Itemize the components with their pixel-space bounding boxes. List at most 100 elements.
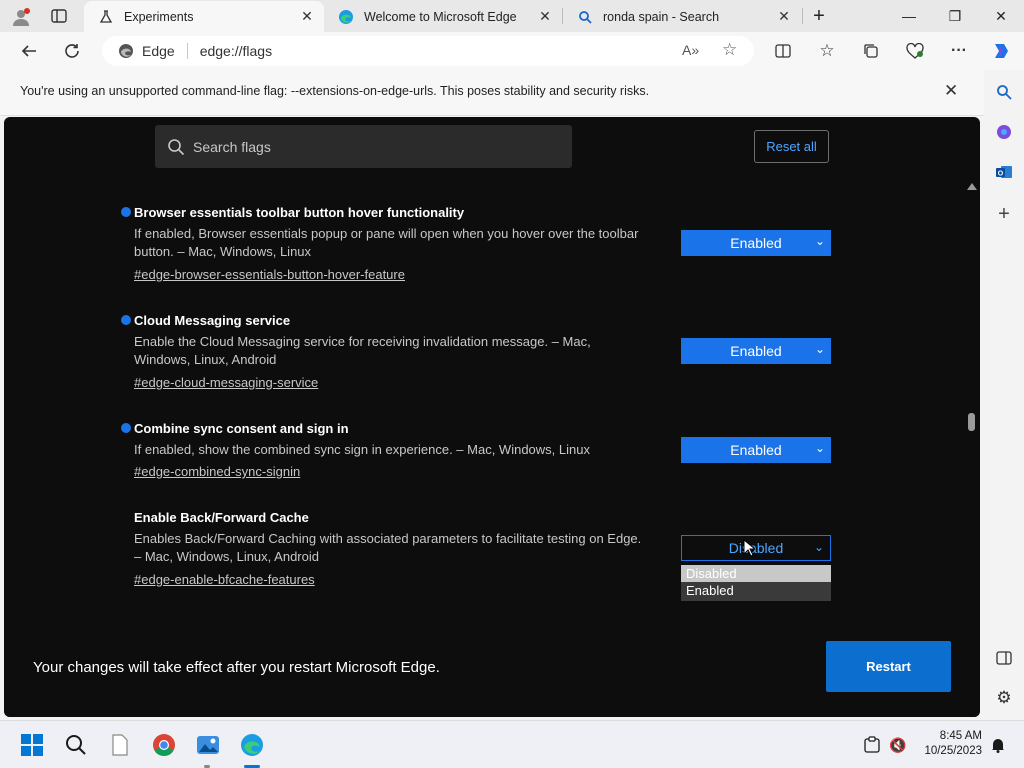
flask-icon — [98, 9, 114, 25]
dropdown-option[interactable]: Disabled — [681, 565, 831, 582]
scrollbar-thumb[interactable] — [968, 413, 975, 431]
modified-indicator — [121, 423, 131, 433]
chevron-down-icon: ⌄ — [814, 342, 825, 356]
flag-description: Enables Back/Forward Caching with associ… — [134, 531, 642, 564]
tab-title: ronda spain - Search — [603, 9, 720, 24]
search-icon[interactable] — [990, 78, 1018, 106]
refresh-button[interactable] — [57, 36, 87, 66]
edge-icon — [118, 43, 134, 59]
flag-description: Enable the Cloud Messaging service for r… — [134, 334, 591, 367]
svg-text:O: O — [998, 171, 1004, 178]
modified-indicator — [121, 315, 131, 325]
system-clock[interactable]: 8:45 AM 10/25/2023 — [912, 729, 982, 759]
close-window-button[interactable]: ✕ — [978, 0, 1024, 32]
favorite-star-icon[interactable]: ☆ — [722, 40, 737, 60]
flag-link[interactable]: #edge-enable-bfcache-features — [134, 572, 315, 587]
tab-search[interactable]: ronda spain - Search ✕ — [563, 1, 801, 32]
toolbar: Edge edge://flags A» ☆ ☆ ··· — [0, 32, 1024, 70]
flag-link[interactable]: #edge-combined-sync-signin — [134, 464, 300, 479]
tab-welcome[interactable]: Welcome to Microsoft Edge ✕ — [324, 1, 562, 32]
flag-select-value: Enabled — [730, 235, 782, 251]
scroll-up-arrow[interactable] — [967, 183, 977, 190]
collections-icon[interactable] — [856, 36, 886, 66]
copilot-icon[interactable] — [986, 36, 1016, 66]
site-label: Edge — [142, 43, 175, 59]
edge-taskbar-icon[interactable] — [236, 729, 268, 761]
address-bar[interactable]: Edge edge://flags A» ☆ — [102, 36, 754, 66]
add-sidebar-app-icon[interactable]: + — [990, 200, 1018, 228]
select-dropdown-list: Disabled Enabled — [681, 565, 831, 601]
tab-title: Welcome to Microsoft Edge — [364, 9, 517, 24]
close-tab-icon[interactable]: ✕ — [775, 7, 793, 25]
outlook-icon[interactable]: O — [990, 158, 1018, 186]
flag-title: Enable Back/Forward Cache — [134, 510, 309, 525]
flag-title: Combine sync consent and sign in — [134, 421, 349, 436]
restart-message: Your changes will take effect after you … — [33, 659, 440, 676]
notification-bell-icon[interactable] — [982, 729, 1014, 761]
warning-infobar: You're using an unsupported command-line… — [0, 70, 984, 116]
clock-time: 8:45 AM — [939, 730, 982, 742]
taskbar-search-icon[interactable] — [60, 729, 92, 761]
restart-button[interactable]: Restart — [826, 641, 951, 692]
search-placeholder: Search flags — [193, 138, 271, 155]
edge-sidebar: O + ⚙ — [984, 70, 1024, 720]
tab-actions-icon[interactable] — [50, 7, 70, 27]
flag-link[interactable]: #edge-browser-essentials-button-hover-fe… — [134, 267, 405, 282]
restart-footer: Your changes will take effect after you … — [4, 615, 980, 717]
url-text: edge://flags — [199, 43, 273, 59]
photos-icon[interactable] — [192, 729, 224, 761]
tab-strip: Experiments ✕ Welcome to Microsoft Edge … — [0, 0, 1024, 32]
flag-select[interactable]: Disabled ⌄ — [681, 535, 831, 561]
flag-select-value: Enabled — [730, 442, 782, 458]
close-tab-icon[interactable]: ✕ — [298, 7, 316, 25]
file-icon[interactable] — [104, 729, 136, 761]
flag-title: Cloud Messaging service — [134, 313, 291, 328]
flag-select[interactable]: Enabled ⌄ — [681, 338, 831, 364]
profile-avatar[interactable] — [10, 6, 32, 28]
chevron-down-icon: ⌄ — [814, 441, 825, 455]
scrollbar[interactable] — [965, 179, 977, 615]
taskbar: 🔇 8:45 AM 10/25/2023 — [0, 720, 1024, 768]
infobar-message: You're using an unsupported command-line… — [20, 84, 650, 98]
flag-link[interactable]: #edge-cloud-messaging-service — [134, 375, 318, 390]
favorites-icon[interactable]: ☆ — [812, 36, 842, 66]
read-aloud-icon[interactable]: A» — [682, 42, 699, 58]
mouse-cursor-icon — [743, 538, 757, 562]
flag-select[interactable]: Enabled ⌄ — [681, 230, 831, 256]
more-menu-icon[interactable]: ··· — [944, 36, 974, 66]
hide-sidebar-icon[interactable] — [990, 644, 1018, 672]
start-button[interactable] — [16, 729, 48, 761]
flag-select[interactable]: Enabled ⌄ — [681, 437, 831, 463]
browser-essentials-icon[interactable] — [900, 36, 930, 66]
close-tab-icon[interactable]: ✕ — [536, 7, 554, 25]
restore-button[interactable]: ❐ — [932, 0, 978, 32]
minimize-button[interactable]: — — [886, 0, 932, 32]
edge-icon — [338, 9, 354, 25]
search-icon — [167, 138, 185, 156]
chevron-down-icon: ⌄ — [813, 540, 824, 554]
flag-select-value: Enabled — [730, 343, 782, 359]
chrome-icon[interactable] — [148, 729, 180, 761]
reset-all-button[interactable]: Reset all — [754, 130, 829, 163]
network-speaker-icon[interactable]: 🔇 — [882, 729, 914, 761]
split-screen-icon[interactable] — [768, 36, 798, 66]
sidebar-settings-icon[interactable]: ⚙ — [990, 684, 1018, 712]
copilot-app-icon[interactable] — [990, 118, 1018, 146]
search-icon — [577, 9, 593, 25]
flag-select-value: Disabled — [728, 540, 784, 556]
flag-title: Browser essentials toolbar button hover … — [134, 205, 465, 220]
clock-date: 10/25/2023 — [924, 745, 982, 757]
new-tab-button[interactable]: + — [802, 0, 836, 32]
modified-indicator — [121, 207, 131, 217]
search-flags-input[interactable]: Search flags — [155, 125, 572, 168]
chevron-down-icon: ⌄ — [814, 234, 825, 248]
flags-page: Search flags Reset all Browser essential… — [4, 117, 980, 717]
tab-experiments[interactable]: Experiments ✕ — [84, 1, 324, 32]
back-button[interactable] — [14, 36, 44, 66]
flag-description: If enabled, Browser essentials popup or … — [134, 226, 639, 259]
tab-title: Experiments — [124, 9, 194, 24]
dropdown-option[interactable]: Enabled — [681, 582, 831, 599]
omnibox-separator — [186, 43, 188, 59]
flag-description: If enabled, show the combined sync sign … — [134, 442, 590, 457]
close-infobar-icon[interactable]: ✕ — [944, 81, 958, 101]
